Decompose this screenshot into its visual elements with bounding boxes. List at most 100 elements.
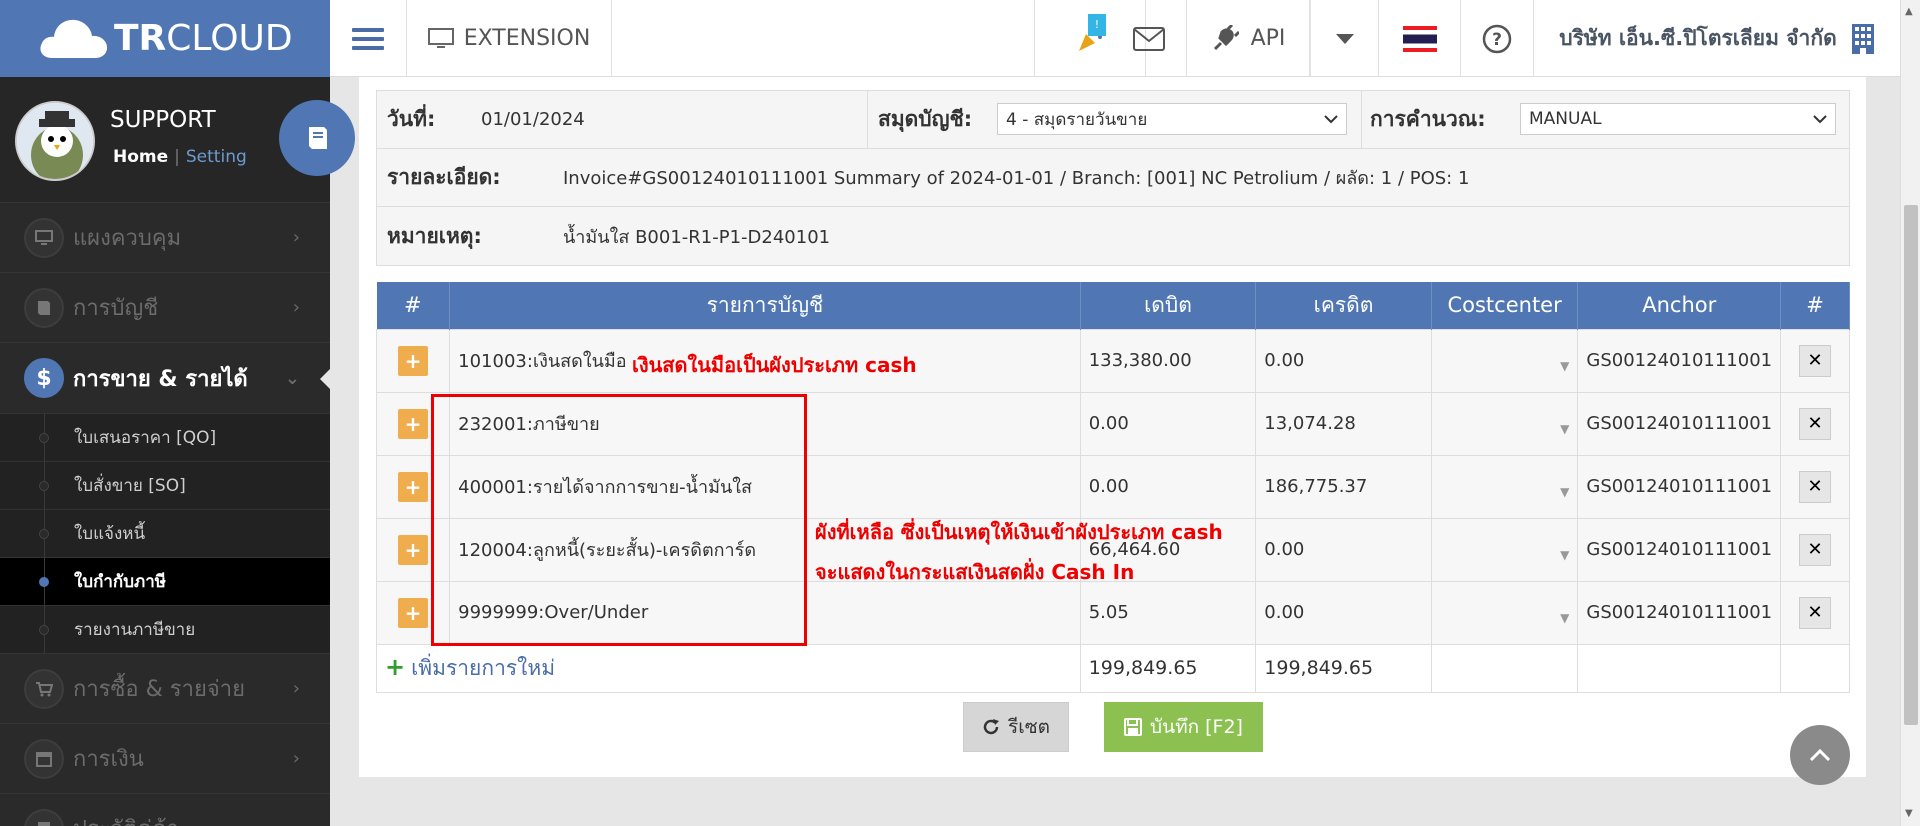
calc-label: การคำนวณ: <box>1370 107 1486 131</box>
scroll-thumb[interactable] <box>1904 205 1918 725</box>
add-line-label: เพิ่มรายการใหม่ <box>411 655 556 680</box>
sidebar-item-contacts[interactable]: ประวัติคู่ค้า <box>0 793 330 826</box>
sidebar: SUPPORT Home | Setting แผงควบคุม › การบัญช… <box>0 77 330 826</box>
sidebar-item-sales[interactable]: $ การขาย & รายได้ ⌄ <box>0 342 330 413</box>
sidebar-subitem-quotation[interactable]: ใบเสนอราคา [QO] <box>0 413 330 462</box>
debit-cell[interactable]: 0.00 <box>1079 391 1257 456</box>
chevron-right-icon: › <box>292 748 300 769</box>
mail-button[interactable] <box>1112 0 1186 77</box>
sidebar-item-purchases[interactable]: การซื้อ & รายจ่าย › <box>0 653 330 723</box>
subitem-label: ใบกำกับภาษี <box>74 572 166 592</box>
penguin-avatar-icon <box>17 103 93 179</box>
setting-link[interactable]: Setting <box>186 147 247 167</box>
save-button[interactable]: บันทึก [F2] <box>1104 702 1263 752</box>
refresh-icon <box>983 719 1000 735</box>
add-line-link[interactable]: + เพิ่มรายการใหม่ <box>385 652 556 681</box>
insert-row-button[interactable]: + <box>398 408 429 439</box>
home-link[interactable]: Home <box>113 147 168 167</box>
brand-logo[interactable]: TRCLOUD <box>0 0 330 77</box>
quick-guide-button[interactable] <box>279 100 355 176</box>
col-header-costcenter: Costcenter <box>1431 282 1579 329</box>
costcenter-cell[interactable]: ▼ <box>1430 580 1579 645</box>
chevron-up-icon <box>1809 748 1831 762</box>
sidebar-subitem-tax-invoice[interactable]: ใบกำกับภาษี <box>0 557 330 606</box>
col-header-hash: # <box>376 282 451 329</box>
extension-button[interactable]: EXTENSION <box>407 0 612 77</box>
anchor-cell[interactable]: GS00124010111001 <box>1577 517 1782 582</box>
note-value[interactable]: น้ำมันใส B001-R1-P1-D240101 <box>563 222 830 251</box>
scroll-down-arrow-icon[interactable]: ▼ <box>1905 808 1913 819</box>
reset-button[interactable]: รีเซต <box>963 702 1069 752</box>
form-row-date: วันที่: 01/01/2024 สมุดบัญชี: 4 - สมุดรา… <box>377 91 1849 149</box>
anchor-cell[interactable]: GS00124010111001 <box>1577 580 1782 645</box>
insert-row-button[interactable]: + <box>398 597 429 628</box>
insert-row-button[interactable]: + <box>398 345 429 376</box>
credit-cell[interactable]: 0.00 <box>1255 517 1432 582</box>
help-button[interactable]: ? <box>1461 0 1534 77</box>
company-selector[interactable]: บริษัท เอ็น.ซี.ปิโตรเลียม จำกัด <box>1534 0 1900 77</box>
delete-row-button[interactable]: ✕ <box>1799 407 1832 440</box>
calc-select[interactable]: MANUAL <box>1520 103 1836 135</box>
plus-icon: + <box>385 652 406 681</box>
scroll-up-arrow-icon[interactable]: ▲ <box>1905 6 1913 17</box>
menu-toggle-button[interactable] <box>330 0 407 77</box>
caret-down-icon: ▼ <box>1560 484 1570 499</box>
delete-row-button[interactable]: ✕ <box>1799 470 1832 503</box>
insert-row-button[interactable]: + <box>398 534 429 565</box>
debit-cell[interactable]: 133,380.00 <box>1079 328 1257 393</box>
insert-row-button[interactable]: + <box>398 471 429 502</box>
costcenter-cell[interactable]: ▼ <box>1430 391 1579 456</box>
debit-cell[interactable]: 0.00 <box>1079 454 1257 519</box>
totals-row: + เพิ่มรายการใหม่ 199,849.65 199,849.65 <box>376 643 1850 693</box>
delete-row-button[interactable]: ✕ <box>1799 533 1832 566</box>
empty-cell <box>1577 643 1782 693</box>
sales-submenu: ใบเสนอราคา [QO] ใบสั่งขาย [SO] ใบแจ้งหนี… <box>0 413 330 654</box>
debit-cell[interactable]: 5.05 <box>1079 580 1257 645</box>
detail-value[interactable]: Invoice#GS00124010111001 Summary of 2024… <box>563 163 1469 192</box>
page-scrollbar[interactable]: ▲ ▼ <box>1900 0 1920 826</box>
costcenter-cell[interactable]: ▼ <box>1430 517 1579 582</box>
delete-row-button[interactable]: ✕ <box>1799 344 1832 377</box>
sidebar-item-finance[interactable]: การเงิน › <box>0 723 330 793</box>
col-header-action: # <box>1780 282 1850 329</box>
sidebar-item-label: ประวัติคู่ค้า <box>73 811 179 826</box>
delete-row-button[interactable]: ✕ <box>1799 596 1832 629</box>
link-separator: | <box>174 147 180 167</box>
total-debit: 199,849.65 <box>1079 643 1257 693</box>
calc-selected: MANUAL <box>1529 109 1602 129</box>
credit-cell[interactable]: 0.00 <box>1255 580 1432 645</box>
journal-select[interactable]: 4 - สมุดรายวันขาย <box>997 103 1347 135</box>
anchor-cell[interactable]: GS00124010111001 <box>1577 328 1782 393</box>
add-line-cell: + เพิ่มรายการใหม่ <box>376 643 1081 693</box>
anchor-cell[interactable]: GS00124010111001 <box>1577 454 1782 519</box>
anchor-cell[interactable]: GS00124010111001 <box>1577 391 1782 456</box>
sidebar-subitem-invoice[interactable]: ใบแจ้งหนี้ <box>0 509 330 558</box>
svg-text:?: ? <box>1492 30 1502 50</box>
back-to-top-button[interactable] <box>1790 725 1850 785</box>
profile-links: Home | Setting <box>113 147 247 167</box>
cash-annotation: เงินสดในมือเป็นผังประเภท cash <box>632 353 917 377</box>
credit-cell[interactable]: 0.00 <box>1255 328 1432 393</box>
reset-label: รีเซต <box>1008 716 1050 738</box>
other-accounts-annotation-line1: ผังที่เหลือ ซึ่งเป็นเหตุให้เงินเข้าผังปร… <box>815 520 1223 544</box>
sidebar-item-accounting[interactable]: การบัญชี › <box>0 272 330 342</box>
col-header-anchor: Anchor <box>1577 282 1782 329</box>
entry-header-form: วันที่: 01/01/2024 สมุดบัญชี: 4 - สมุดรา… <box>376 90 1850 266</box>
credit-cell[interactable]: 186,775.37 <box>1255 454 1432 519</box>
table-header-row: # รายการบัญชี เดบิต เครดิต Costcenter An… <box>376 282 1850 329</box>
api-button[interactable]: API <box>1186 0 1310 77</box>
avatar[interactable] <box>15 101 95 181</box>
brand-bold: TR <box>114 18 167 59</box>
credit-cell[interactable]: 13,074.28 <box>1255 391 1432 456</box>
cart-icon <box>24 668 64 709</box>
costcenter-cell[interactable]: ▼ <box>1430 328 1579 393</box>
sidebar-item-dashboard[interactable]: แผงควบคุม › <box>0 202 330 272</box>
date-value[interactable]: 01/01/2024 <box>481 109 585 130</box>
sidebar-subitem-sales-tax-report[interactable]: รายงานภาษีขาย <box>0 605 330 654</box>
sidebar-subitem-sales-order[interactable]: ใบสั่งขาย [SO] <box>0 461 330 510</box>
api-label: API <box>1250 26 1286 51</box>
dropdown-toggle[interactable] <box>1310 0 1379 77</box>
costcenter-cell[interactable]: ▼ <box>1430 454 1579 519</box>
language-button[interactable] <box>1379 0 1461 77</box>
question-icon: ? <box>1482 24 1512 53</box>
